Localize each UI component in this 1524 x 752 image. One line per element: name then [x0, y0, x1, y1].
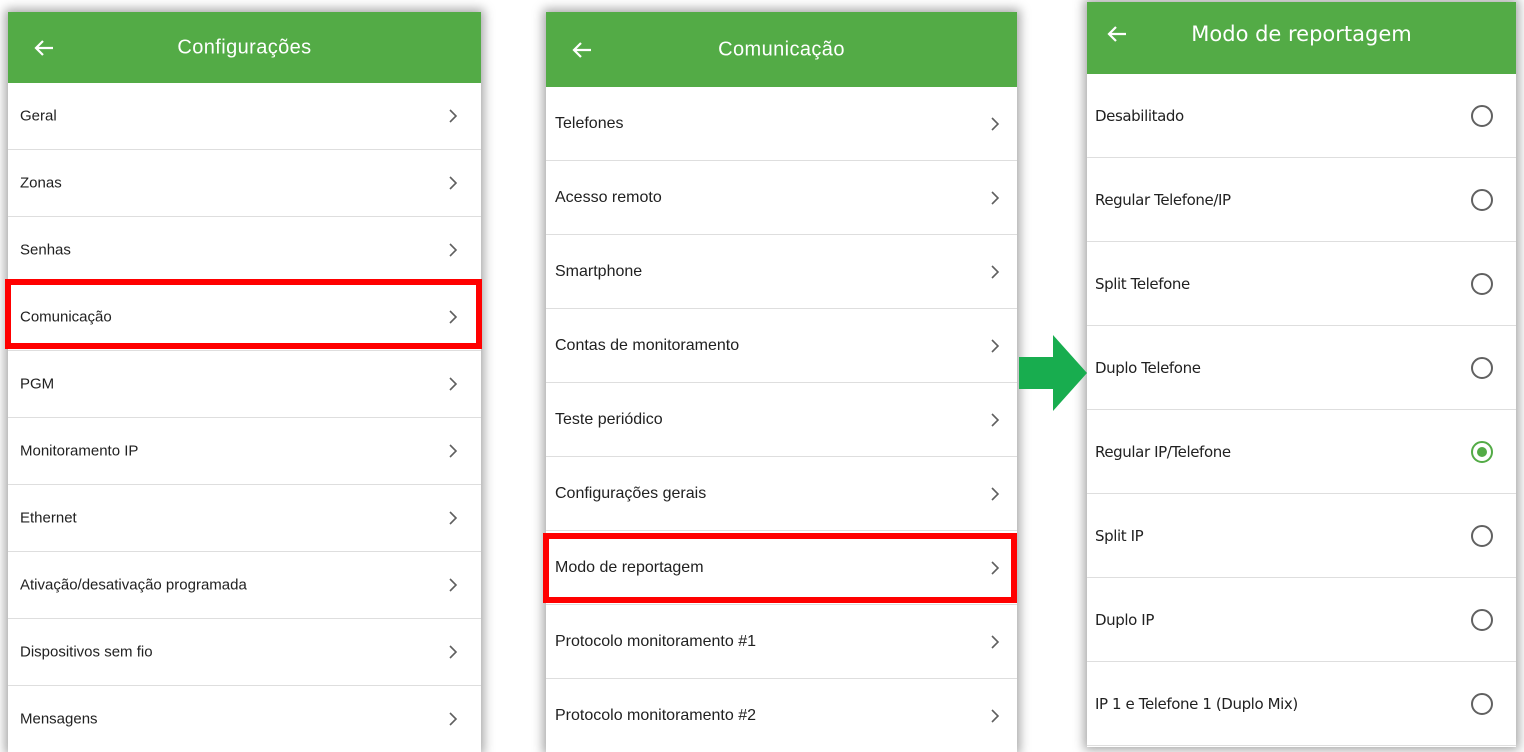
option-split-ip[interactable]: Split IP	[1087, 494, 1516, 578]
list-item-contas-de-monitoramento[interactable]: Contas de monitoramento	[546, 309, 1017, 383]
list-item-label: Monitoramento IP	[20, 442, 139, 460]
list-item-ethernet[interactable]: Ethernet	[8, 485, 481, 552]
page-title: Modo de reportagem	[1191, 21, 1412, 46]
modo-de-reportagem-screen: Modo de reportagem Desabilitado Regular …	[1087, 2, 1516, 747]
chevron-right-icon	[990, 560, 1000, 575]
radio-button-icon[interactable]	[1471, 188, 1493, 211]
chevron-right-icon	[990, 116, 1000, 131]
list-item-dispositivos-sem-fio[interactable]: Dispositivos sem fio	[8, 619, 481, 686]
chevron-right-icon	[448, 176, 458, 190]
chevron-right-icon	[990, 708, 1000, 723]
option-label: IP 1 e Telefone 1 (Duplo Mix)	[1095, 694, 1298, 713]
list-item-comunicacao[interactable]: Comunicação	[8, 284, 481, 351]
list-item-label: Geral	[20, 107, 57, 125]
list-item-label: Teste periódico	[555, 410, 663, 428]
radio-button-icon[interactable]	[1471, 524, 1493, 547]
list-item-configuracoes-gerais[interactable]: Configurações gerais	[546, 457, 1017, 531]
list-item-pgm[interactable]: PGM	[8, 351, 481, 418]
comunicacao-screen: Comunicação Telefones Acesso remoto Smar…	[546, 12, 1017, 752]
radio-button-icon[interactable]	[1471, 272, 1493, 295]
list-item-mensagens[interactable]: Mensagens	[8, 686, 481, 752]
radio-button-icon[interactable]	[1471, 104, 1493, 127]
chevron-right-icon	[448, 243, 458, 257]
option-label: Regular IP/Telefone	[1095, 442, 1231, 461]
chevron-right-icon	[448, 578, 458, 592]
chevron-right-icon	[990, 264, 1000, 279]
radio-button-icon[interactable]	[1471, 692, 1493, 715]
chevron-right-icon	[448, 511, 458, 525]
chevron-right-icon	[990, 634, 1000, 649]
radio-button-selected-icon[interactable]	[1471, 440, 1493, 463]
list-item-label: Protocolo monitoramento #1	[555, 632, 756, 650]
chevron-right-icon	[448, 645, 458, 659]
list-item-label: Ativação/desativação programada	[20, 576, 247, 594]
list-item-protocolo-monitoramento-1[interactable]: Protocolo monitoramento #1	[546, 605, 1017, 679]
list-item-label: Mensagens	[20, 710, 98, 728]
list-item-label: PGM	[20, 375, 55, 393]
list-item-label: Zonas	[20, 174, 62, 192]
option-label: Duplo IP	[1095, 610, 1154, 629]
list-item-monitoramento-ip[interactable]: Monitoramento IP	[8, 418, 481, 485]
page-title: Comunicação	[718, 38, 845, 60]
chevron-right-icon	[990, 338, 1000, 353]
list-item-label: Telefones	[555, 114, 624, 132]
option-label: Duplo Telefone	[1095, 358, 1201, 377]
page-title: Configurações	[177, 36, 312, 58]
comunicacao-list: Telefones Acesso remoto Smartphone Conta…	[546, 87, 1017, 752]
chevron-right-icon	[448, 444, 458, 458]
list-item-teste-periodico[interactable]: Teste periódico	[546, 383, 1017, 457]
radio-button-icon[interactable]	[1471, 608, 1493, 631]
list-item-label: Protocolo monitoramento #2	[555, 706, 756, 724]
chevron-right-icon	[448, 310, 458, 324]
list-item-zonas[interactable]: Zonas	[8, 150, 481, 217]
list-item-label: Acesso remoto	[555, 188, 662, 206]
list-item-senhas[interactable]: Senhas	[8, 217, 481, 284]
option-label: Split Telefone	[1095, 274, 1190, 293]
list-item-label: Smartphone	[555, 262, 643, 280]
chevron-right-icon	[448, 377, 458, 391]
list-item-label: Comunicação	[20, 308, 112, 326]
option-label: Desabilitado	[1095, 106, 1184, 125]
option-desabilitado[interactable]: Desabilitado	[1087, 74, 1516, 158]
chevron-right-icon	[448, 712, 458, 726]
list-item-modo-de-reportagem[interactable]: Modo de reportagem	[546, 531, 1017, 605]
list-item-label: Dispositivos sem fio	[20, 643, 153, 661]
option-label: Regular Telefone/IP	[1095, 190, 1231, 209]
list-item-label: Modo de reportagem	[555, 558, 704, 576]
option-ip1-telefone1-duplo-mix[interactable]: IP 1 e Telefone 1 (Duplo Mix)	[1087, 662, 1516, 746]
list-item-geral[interactable]: Geral	[8, 83, 481, 150]
list-item-label: Ethernet	[20, 509, 77, 527]
option-regular-ip-telefone[interactable]: Regular IP/Telefone	[1087, 410, 1516, 494]
chevron-right-icon	[990, 190, 1000, 205]
option-label: Split IP	[1095, 526, 1144, 545]
list-item-label: Senhas	[20, 241, 71, 259]
list-item-protocolo-monitoramento-2[interactable]: Protocolo monitoramento #2	[546, 679, 1017, 752]
option-duplo-telefone[interactable]: Duplo Telefone	[1087, 326, 1516, 410]
list-item-ativacao-desativacao-programada[interactable]: Ativação/desativação programada	[8, 552, 481, 619]
list-item-smartphone[interactable]: Smartphone	[546, 235, 1017, 309]
option-duplo-ip[interactable]: Duplo IP	[1087, 578, 1516, 662]
radio-button-icon[interactable]	[1471, 356, 1493, 379]
chevron-right-icon	[990, 486, 1000, 501]
list-item-acesso-remoto[interactable]: Acesso remoto	[546, 161, 1017, 235]
green-right-arrow-icon	[1019, 335, 1087, 411]
option-regular-telefone-ip[interactable]: Regular Telefone/IP	[1087, 158, 1516, 242]
app-bar: Configurações	[8, 12, 481, 83]
settings-list: Geral Zonas Senhas Comunicação PGM Monit…	[8, 83, 481, 752]
app-bar: Modo de reportagem	[1087, 2, 1516, 74]
chevron-right-icon	[990, 412, 1000, 427]
chevron-right-icon	[448, 109, 458, 123]
list-item-label: Configurações gerais	[555, 484, 707, 502]
app-bar: Comunicação	[546, 12, 1017, 87]
list-item-telefones[interactable]: Telefones	[546, 87, 1017, 161]
configuracoes-screen: Configurações Geral Zonas Senhas Comunic…	[8, 12, 481, 752]
list-item-label: Contas de monitoramento	[555, 336, 740, 354]
option-split-telefone[interactable]: Split Telefone	[1087, 242, 1516, 326]
reporting-mode-options: Desabilitado Regular Telefone/IP Split T…	[1087, 74, 1516, 746]
